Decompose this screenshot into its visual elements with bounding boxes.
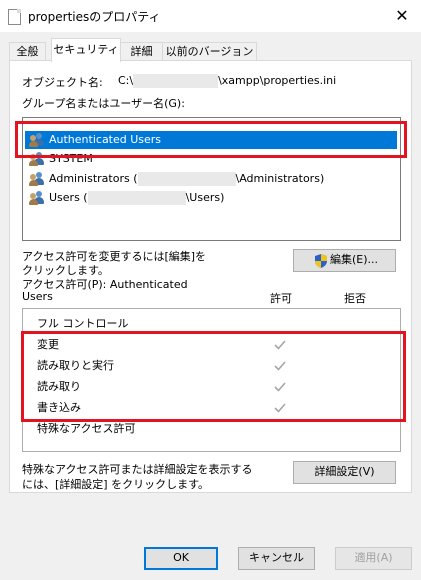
title-bar: propertiesのプロパティ ✕	[0, 0, 421, 32]
permission-read-execute: 読み取りと実行	[37, 359, 114, 372]
edit-button[interactable]: 編集(E)...	[293, 249, 396, 272]
redacted-region	[87, 191, 186, 205]
allow-column-header: 許可	[270, 292, 292, 305]
allow-check-icon	[273, 359, 287, 373]
user-item-label-suffix: \Users)	[185, 191, 225, 204]
deny-column-header: 拒否	[344, 292, 366, 305]
tab-security[interactable]: セキュリティ	[51, 38, 121, 62]
apply-button[interactable]: 適用(A)	[335, 547, 412, 570]
advanced-hint-line1: 特殊なアクセス許可または詳細設定を表示する	[22, 463, 253, 476]
group-list[interactable]: Authenticated Users SYSTEM Administrator…	[22, 117, 401, 241]
permission-special: 特殊なアクセス許可	[37, 422, 136, 435]
uac-shield-icon	[315, 254, 327, 268]
allow-check-icon	[273, 401, 287, 415]
user-item-label-prefix: Administrators (	[49, 172, 138, 185]
object-path-suffix: \xampp\properties.ini	[218, 74, 337, 87]
allow-check-icon	[273, 380, 287, 394]
object-name-label: オブジェクト名:	[22, 76, 103, 89]
object-path-prefix: C:\	[118, 74, 134, 87]
tab-previous-versions[interactable]: 以前のバージョン	[162, 42, 257, 61]
permission-modify: 変更	[37, 338, 59, 351]
edit-button-label: 編集(E)...	[330, 253, 379, 266]
user-item-label-suffix: \Administrators)	[235, 172, 325, 185]
tab-details[interactable]: 詳細	[120, 42, 163, 61]
advanced-hint-line2: には、[詳細設定] をクリックします。	[22, 478, 209, 491]
user-item-label: Users ( \Users)	[49, 189, 224, 207]
user-item-system[interactable]: SYSTEM	[25, 150, 397, 168]
document-icon	[8, 9, 21, 25]
ok-button[interactable]: OK	[144, 547, 218, 570]
users-group-icon	[29, 172, 45, 186]
user-item-authenticated-users[interactable]: Authenticated Users	[25, 131, 397, 149]
advanced-button[interactable]: 詳細設定(V)	[293, 461, 396, 484]
user-item-label-prefix: Users (	[49, 191, 88, 204]
cancel-button[interactable]: キャンセル	[238, 547, 315, 570]
users-group-icon	[29, 191, 45, 205]
user-item-users[interactable]: Users ( \Users)	[25, 189, 397, 207]
users-group-icon	[29, 133, 45, 147]
allow-check-icon	[273, 338, 287, 352]
user-item-label: Administrators ( \Administrators)	[49, 170, 324, 188]
redacted-region	[133, 74, 219, 88]
object-path: C:\ \xampp\properties.ini	[118, 74, 336, 88]
permission-read: 読み取り	[37, 380, 81, 393]
tab-general[interactable]: 全般	[9, 42, 46, 61]
redacted-region	[137, 172, 236, 186]
user-item-label: SYSTEM	[49, 152, 93, 165]
group-label: グループ名またはユーザー名(G):	[22, 97, 185, 110]
user-item-label: Authenticated Users	[49, 133, 162, 146]
close-button[interactable]: ✕	[388, 4, 416, 28]
permission-full-control: フル コントロール	[37, 317, 129, 330]
permissions-for-label-2: Users	[22, 290, 53, 303]
user-item-administrators[interactable]: Administrators ( \Administrators)	[25, 170, 397, 188]
window-title: propertiesのプロパティ	[28, 10, 161, 24]
permission-write: 書き込み	[37, 401, 81, 414]
users-group-icon	[29, 152, 45, 166]
permissions-list: フル コントロール 変更 読み取りと実行 読み取り 書き込み 特殊なアクセス許可	[22, 308, 401, 452]
